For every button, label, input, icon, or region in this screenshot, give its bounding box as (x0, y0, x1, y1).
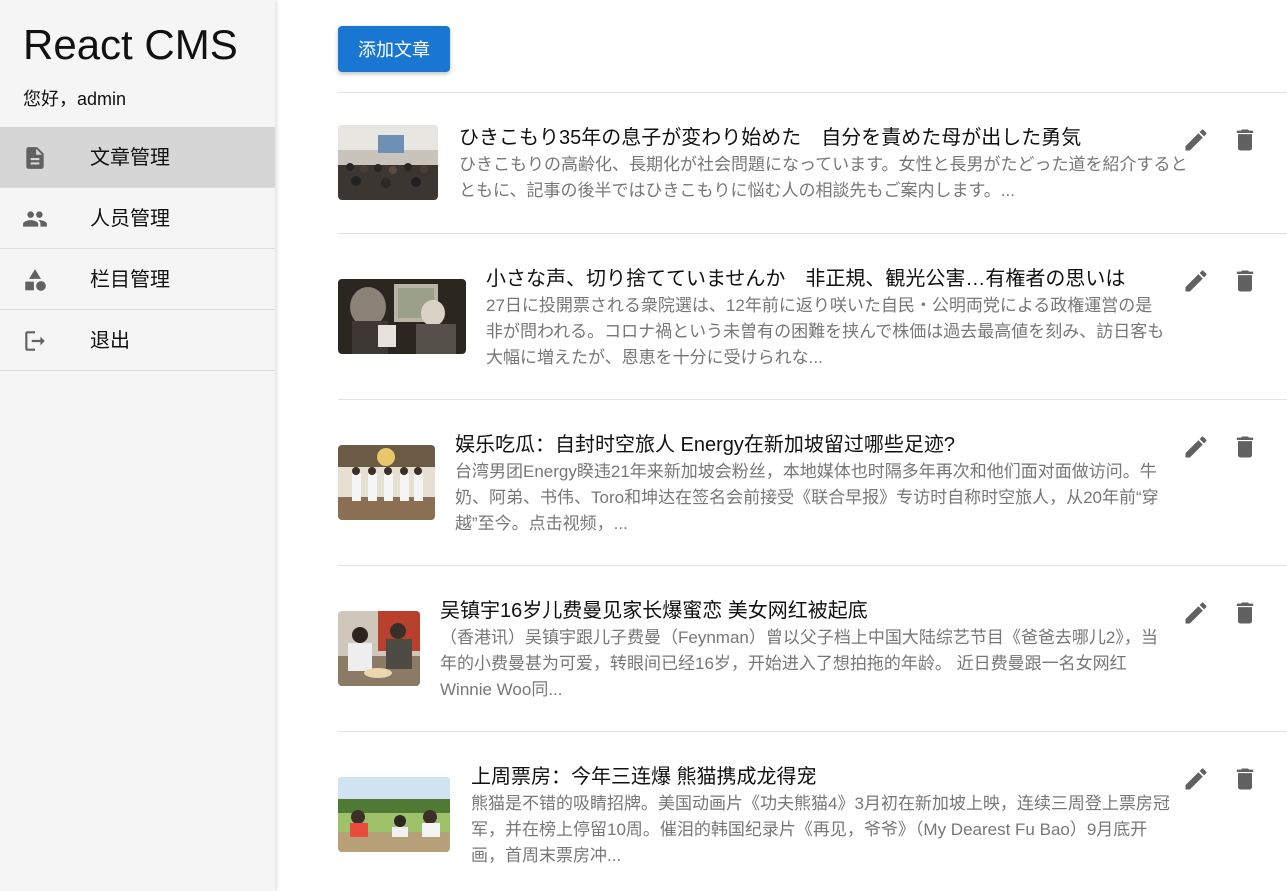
delete-icon[interactable] (1231, 433, 1259, 461)
logout-icon (22, 328, 48, 354)
main-content: 添加文章 ひきこもり35年の息子が変わり始めた 自分を責めた母が出した勇気 ひき… (275, 0, 1287, 891)
delete-icon[interactable] (1231, 126, 1259, 154)
sidebar-item-label: 栏目管理 (90, 269, 170, 291)
people-icon (22, 206, 48, 232)
article-thumbnail[interactable] (338, 445, 435, 520)
article-title[interactable]: 小さな声、切り捨てていませんか 非正規、観光公害…有権者の思いは (486, 266, 1125, 292)
article-icon (22, 145, 48, 171)
article-thumbnail[interactable] (338, 125, 438, 200)
list-item[interactable]: 上周票房：今年三连爆 熊猫携成龙得宠 熊猫是不错的吸睛招牌。美国动画片《功夫熊猫… (338, 731, 1287, 891)
article-summary: 熊猫是不错的吸睛招牌。美国动画片《功夫熊猫4》3月初在新加坡上映，连续三周登上票… (471, 794, 1170, 865)
sidebar: React CMS 您好，admin 文章管理 人员管理 栏目管理 退出 (0, 0, 275, 891)
edit-icon[interactable] (1182, 267, 1210, 295)
sidebar-item-label: 退出 (90, 330, 130, 352)
article-title[interactable]: 吴镇宇16岁儿费曼见家长爆蜜恋 美女网红被起底 (440, 598, 868, 624)
article-summary: （香港讯）吴镇宇跟儿子费曼（Feynman）曾以父子档上中国大陆综艺节目《爸爸去… (440, 628, 1158, 699)
article-title[interactable]: 娱乐吃瓜：自封时空旅人 Energy在新加坡留过哪些足迹? (455, 432, 955, 458)
sidebar-item-label: 文章管理 (90, 147, 170, 169)
list-item[interactable]: 娱乐吃瓜：自封时空旅人 Energy在新加坡留过哪些足迹? 台湾男团Energy… (338, 399, 1287, 565)
sidebar-item-articles[interactable]: 文章管理 (0, 127, 275, 188)
add-article-button[interactable]: 添加文章 (338, 26, 450, 72)
category-icon (22, 267, 48, 293)
article-list: ひきこもり35年の息子が変わり始めた 自分を責めた母が出した勇気 ひきこもりの高… (338, 92, 1287, 891)
edit-icon[interactable] (1182, 433, 1210, 461)
sidebar-item-people[interactable]: 人员管理 (0, 188, 275, 249)
delete-icon[interactable] (1231, 267, 1259, 295)
article-thumbnail[interactable] (338, 279, 466, 354)
edit-icon[interactable] (1182, 765, 1210, 793)
article-summary: 27日に投開票される衆院選は、12年前に返り咲いた自民・公明両党による政権運営の… (486, 296, 1165, 367)
delete-icon[interactable] (1231, 765, 1259, 793)
article-summary: 台湾男团Energy睽违21年来新加坡会粉丝，本地媒体也时隔多年再次和他们面对面… (455, 462, 1159, 533)
list-item[interactable]: 小さな声、切り捨てていませんか 非正規、観光公害…有権者の思いは 27日に投開票… (338, 233, 1287, 399)
article-title[interactable]: ひきこもり35年の息子が変わり始めた 自分を責めた母が出した勇気 (459, 125, 1081, 151)
app-root: React CMS 您好，admin 文章管理 人员管理 栏目管理 退出 添加文… (0, 0, 1287, 891)
edit-icon[interactable] (1182, 599, 1210, 627)
article-thumbnail[interactable] (338, 611, 420, 686)
app-title: React CMS (23, 21, 238, 68)
article-thumbnail[interactable] (338, 777, 450, 852)
sidebar-nav: 文章管理 人员管理 栏目管理 退出 (0, 127, 275, 371)
user-greeting: 您好，admin (23, 89, 127, 109)
list-item[interactable]: 吴镇宇16岁儿费曼见家长爆蜜恋 美女网红被起底 （香港讯）吴镇宇跟儿子费曼（Fe… (338, 565, 1287, 731)
list-item[interactable]: ひきこもり35年の息子が変わり始めた 自分を責めた母が出した勇気 ひきこもりの高… (338, 92, 1287, 233)
edit-icon[interactable] (1182, 126, 1210, 154)
delete-icon[interactable] (1231, 599, 1259, 627)
sidebar-item-label: 人员管理 (90, 208, 170, 230)
sidebar-item-categories[interactable]: 栏目管理 (0, 249, 275, 310)
article-summary: ひきこもりの高齢化、長期化が社会問題になっています。女性と長男がたどった道を紹介… (459, 155, 1188, 200)
sidebar-item-logout[interactable]: 退出 (0, 310, 275, 371)
article-title[interactable]: 上周票房：今年三连爆 熊猫携成龙得宠 (471, 764, 817, 790)
